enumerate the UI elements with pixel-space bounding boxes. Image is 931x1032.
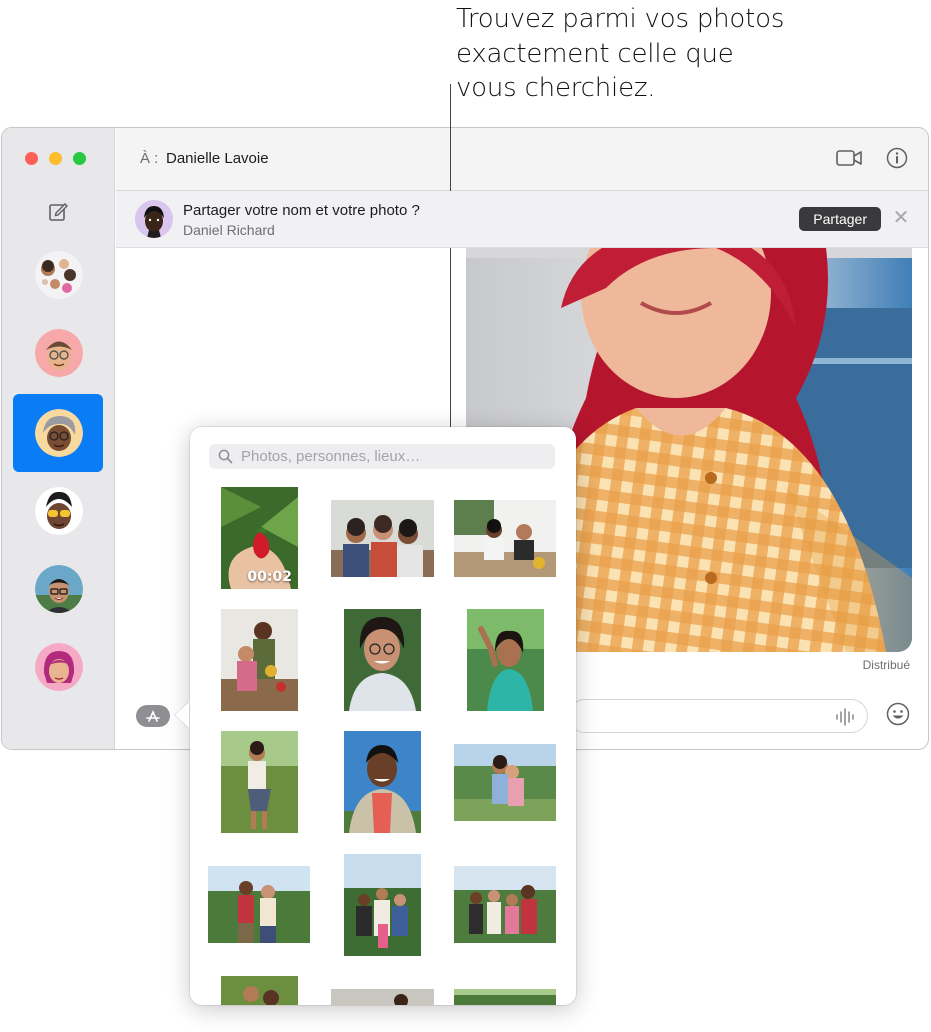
conversation-item-2[interactable]	[13, 314, 103, 392]
photo-thumbnail[interactable]	[331, 500, 434, 577]
callout-text: Trouvez parmi vos photos exactement cell…	[456, 2, 816, 106]
photo-image	[331, 500, 434, 577]
photo-image	[344, 609, 421, 711]
photo-thumbnail[interactable]	[467, 609, 544, 711]
photo-image	[221, 976, 298, 1005]
conversation-item-danielle-lavoie[interactable]	[13, 394, 103, 472]
callout-line-1: Trouvez parmi vos photos	[456, 4, 785, 34]
recipient-name[interactable]: Danielle Lavoie	[166, 150, 269, 167]
delivery-status: Distribué	[862, 658, 910, 672]
search-icon	[218, 449, 233, 464]
photo-thumbnail[interactable]	[454, 500, 556, 577]
minimize-window-button[interactable]	[49, 152, 62, 165]
avatar	[35, 565, 83, 613]
share-button[interactable]: Partager	[799, 207, 881, 231]
apps-button[interactable]	[136, 705, 170, 727]
photo-thumbnail[interactable]	[344, 609, 421, 711]
photo-thumbnail[interactable]	[331, 989, 434, 1005]
callout-line-2: exactement celle que	[456, 38, 734, 69]
photo-image	[331, 989, 434, 1005]
conversation-header: À : Danielle Lavoie	[116, 128, 928, 191]
zoom-window-button[interactable]	[73, 152, 86, 165]
photo-thumbnail[interactable]	[454, 744, 556, 821]
photo-image	[208, 866, 310, 943]
emoji-icon[interactable]	[886, 702, 910, 726]
app-store-icon	[146, 710, 160, 722]
photo-image	[454, 866, 556, 943]
share-name-photo-banner: Partager votre nom et votre photo ? Dani…	[116, 191, 928, 248]
photo-image	[221, 609, 298, 711]
photo-thumbnail[interactable]	[221, 609, 298, 711]
sidebar	[2, 128, 115, 749]
callout-line-3: vous cherchiez.	[456, 73, 656, 103]
avatar	[35, 643, 83, 691]
info-icon[interactable]	[886, 147, 908, 169]
photo-thumbnail-video[interactable]: 00:02	[221, 487, 298, 589]
callout-leader-line	[450, 84, 451, 454]
to-label: À :	[140, 150, 159, 167]
photo-image	[344, 854, 421, 956]
message-input[interactable]	[568, 699, 868, 733]
avatar	[35, 487, 83, 535]
photo-image	[467, 609, 544, 711]
photo-thumbnail[interactable]	[344, 854, 421, 956]
photo-image	[454, 989, 556, 1005]
search-input[interactable]	[241, 444, 541, 469]
banner-subtitle: Daniel Richard	[183, 222, 275, 238]
photo-thumbnail[interactable]	[208, 866, 310, 943]
photo-thumbnail[interactable]	[454, 989, 556, 1005]
photo-thumbnail[interactable]	[221, 976, 298, 1005]
avatar	[35, 409, 83, 457]
photo-thumbnail[interactable]	[221, 731, 298, 833]
close-icon[interactable]: ✕	[890, 207, 912, 229]
conversation-item-6[interactable]	[13, 628, 103, 706]
photo-picker-popover: 00:02	[190, 427, 576, 1005]
conversation-item-5[interactable]	[13, 550, 103, 628]
photo-thumbnail[interactable]	[344, 731, 421, 833]
avatar	[35, 251, 83, 299]
photo-image	[344, 731, 421, 833]
avatar	[135, 200, 173, 238]
banner-title: Partager votre nom et votre photo ?	[183, 202, 420, 219]
avatar	[35, 329, 83, 377]
photo-search-field[interactable]	[209, 444, 555, 469]
compose-icon[interactable]	[47, 201, 69, 223]
photo-image	[221, 731, 298, 833]
video-duration: 00:02	[247, 569, 292, 585]
photo-thumbnail[interactable]	[454, 866, 556, 943]
page: Trouvez parmi vos photos exactement cell…	[0, 0, 931, 1032]
audio-waveform-icon[interactable]	[835, 708, 855, 726]
conversation-item-group[interactable]	[13, 236, 103, 314]
video-call-icon[interactable]	[836, 148, 862, 168]
conversation-item-4[interactable]	[13, 472, 103, 550]
photo-image	[454, 500, 556, 577]
close-window-button[interactable]	[25, 152, 38, 165]
photo-image	[454, 744, 556, 821]
popover-arrow	[175, 702, 189, 728]
